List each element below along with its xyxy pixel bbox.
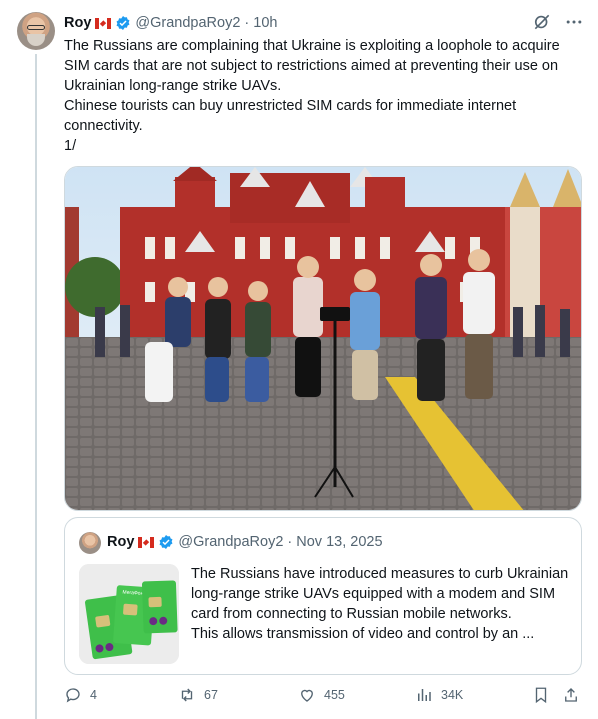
bookmark-button[interactable]	[532, 686, 550, 704]
tweet-header: Roy @GrandpaRoy2 · 10h	[64, 14, 277, 32]
more-icon[interactable]	[564, 12, 584, 32]
like-count: 455	[324, 688, 345, 702]
share-icon	[565, 688, 577, 702]
tweet-text-paragraph-1: The Russians are complaining that Ukrain…	[64, 38, 560, 94]
canada-flag-icon	[95, 17, 112, 29]
repost-icon	[181, 688, 193, 702]
tweet-photo[interactable]	[64, 166, 582, 511]
quoted-author-avatar[interactable]	[79, 532, 101, 554]
tweet-text: The Russians are complaining that Ukrain…	[64, 36, 584, 156]
quoted-tweet-date[interactable]: Nov 13, 2025	[296, 534, 382, 550]
quoted-author-name[interactable]: Roy	[107, 534, 134, 550]
tweet-text-paragraph-2: Chinese tourists can buy unrestricted SI…	[64, 98, 517, 134]
grok-icon[interactable]	[532, 12, 552, 32]
quoted-tweet[interactable]: Roy @GrandpaRoy2 · Nov 13, 2025 МегаФон	[64, 517, 582, 675]
like-icon	[301, 689, 313, 702]
reply-count: 4	[90, 688, 97, 702]
repost-button[interactable]: 67	[178, 686, 218, 704]
repost-count: 67	[204, 688, 218, 702]
quoted-author-handle[interactable]: @GrandpaRoy2	[178, 534, 283, 550]
like-button[interactable]: 455	[298, 686, 345, 704]
thread-connector-line	[35, 54, 37, 719]
share-button[interactable]	[562, 686, 580, 704]
views-count: 34K	[441, 688, 464, 702]
verified-icon	[116, 16, 130, 30]
sim-cards-image: МегаФон	[79, 564, 179, 664]
views-icon	[418, 689, 431, 701]
quoted-tweet-text-paragraph-2: This allows transmission of video and co…	[191, 626, 535, 642]
separator-dot: ·	[287, 534, 293, 550]
bookmark-icon	[535, 687, 547, 704]
tweet-time[interactable]: 10h	[253, 15, 277, 31]
canada-flag-icon	[138, 536, 155, 548]
author-name[interactable]: Roy	[64, 15, 91, 31]
quoted-tweet-text-paragraph-1: The Russians have introduced measures to…	[191, 566, 569, 622]
reply-button[interactable]: 4	[64, 686, 97, 704]
tweet-text-paragraph-3: 1/	[64, 138, 77, 154]
author-avatar[interactable]	[17, 12, 55, 50]
quoted-tweet-text: The Russians have introduced measures to…	[191, 564, 571, 644]
sim-cards-thumbnail[interactable]: МегаФон	[79, 564, 179, 664]
red-square-tourists-image	[65, 167, 581, 510]
author-handle[interactable]: @GrandpaRoy2	[135, 15, 240, 31]
views-button[interactable]: 34K	[415, 686, 463, 704]
tweet-action-bar: 4 67 455 34K	[62, 686, 584, 708]
separator-dot: ·	[244, 15, 250, 31]
reply-icon	[66, 688, 80, 703]
quoted-tweet-header: Roy @GrandpaRoy2 · Nov 13, 2025	[107, 534, 383, 550]
tweet-top-actions	[532, 12, 584, 32]
verified-icon	[159, 535, 173, 549]
